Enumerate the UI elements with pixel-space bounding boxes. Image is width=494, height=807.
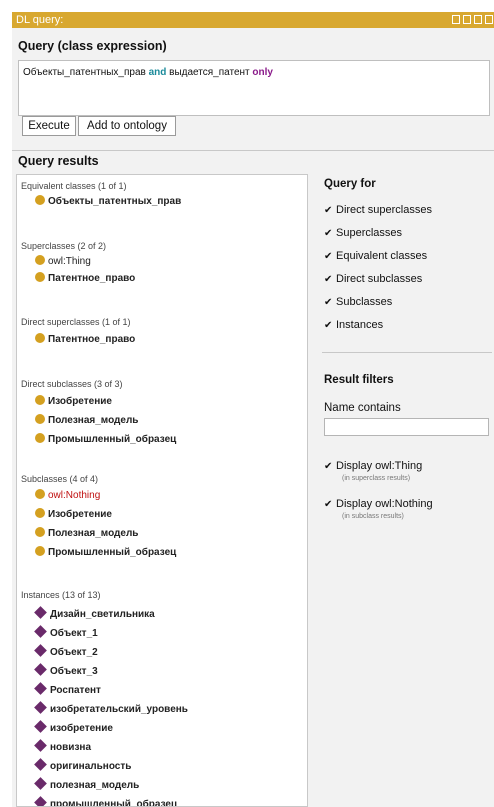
result-item[interactable]: Объект_2 bbox=[34, 644, 98, 660]
query-heading: Query (class expression) bbox=[18, 39, 167, 53]
result-item[interactable]: owl:Thing bbox=[35, 255, 91, 269]
result-item[interactable]: Дизайн_светильника bbox=[34, 606, 155, 622]
checkbox-superclasses[interactable]: ✔ Superclasses bbox=[324, 227, 402, 239]
view-titlebar: DL query: bbox=[12, 12, 494, 28]
result-item[interactable]: Роспатент bbox=[34, 682, 101, 698]
result-item[interactable]: Объект_3 bbox=[34, 663, 98, 679]
checkmark-icon: ✔ bbox=[324, 297, 333, 308]
result-item[interactable]: изобретение bbox=[34, 720, 113, 736]
checkbox-direct-superclasses[interactable]: ✔ Direct superclasses bbox=[324, 204, 432, 216]
query-keyword-and: and bbox=[148, 67, 167, 78]
group-subclasses: Subclasses (4 of 4) bbox=[21, 474, 99, 484]
checkmark-icon: ✔ bbox=[324, 461, 333, 472]
individual-diamond-icon bbox=[34, 758, 47, 771]
result-item[interactable]: Промышленный_образец bbox=[35, 546, 176, 560]
class-circle-icon bbox=[35, 195, 45, 205]
result-item[interactable]: новизна bbox=[34, 739, 91, 755]
query-class-token: Объекты_патентных_прав bbox=[23, 67, 149, 78]
group-superclasses: Superclasses (2 of 2) bbox=[21, 241, 107, 251]
add-to-ontology-button[interactable]: Add to ontology bbox=[78, 116, 176, 136]
class-circle-icon bbox=[35, 508, 45, 518]
individual-diamond-icon bbox=[34, 720, 47, 733]
display-owl-thing-hint: (in superclass results) bbox=[342, 475, 411, 482]
checkbox-instances[interactable]: ✔ Instances bbox=[324, 319, 383, 331]
group-direct-subclasses: Direct subclasses (3 of 3) bbox=[21, 379, 123, 389]
result-item[interactable]: полезная_модель bbox=[34, 777, 139, 793]
individual-diamond-icon bbox=[34, 682, 47, 695]
view-title: DL query: bbox=[16, 14, 64, 26]
checkbox-subclasses[interactable]: ✔ Subclasses bbox=[324, 296, 392, 308]
name-contains-label: Name contains bbox=[324, 402, 401, 414]
checkbox-direct-subclasses[interactable]: ✔ Direct subclasses bbox=[324, 273, 422, 285]
result-item[interactable]: Объекты_патентных_прав bbox=[35, 195, 181, 209]
group-equivalent-classes: Equivalent classes (1 of 1) bbox=[21, 181, 127, 191]
result-item[interactable]: промышленный_образец bbox=[34, 796, 177, 806]
name-contains-input[interactable] bbox=[324, 418, 489, 436]
results-list[interactable]: Equivalent classes (1 of 1) Объекты_пате… bbox=[16, 174, 308, 807]
execute-button[interactable]: Execute bbox=[22, 116, 76, 136]
result-item[interactable]: owl:Nothing bbox=[35, 489, 100, 503]
result-item[interactable]: Изобретение bbox=[35, 395, 112, 409]
result-item[interactable]: Объект_1 bbox=[34, 625, 98, 641]
checkbox-display-owl-thing[interactable]: ✔ Display owl:Thing bbox=[324, 460, 422, 472]
close-view-icon[interactable] bbox=[485, 15, 493, 24]
result-item[interactable]: изобретательский_уровень bbox=[34, 701, 188, 717]
sidebar-divider bbox=[322, 352, 492, 353]
individual-diamond-icon bbox=[34, 777, 47, 790]
section-divider bbox=[12, 150, 494, 151]
checkbox-equivalent-classes[interactable]: ✔ Equivalent classes bbox=[324, 250, 427, 262]
result-item[interactable]: Патентное_право bbox=[35, 333, 135, 347]
group-instances: Instances (13 of 13) bbox=[21, 590, 101, 600]
group-direct-superclasses: Direct superclasses (1 of 1) bbox=[21, 317, 131, 327]
query-for-heading: Query for bbox=[324, 178, 376, 190]
individual-diamond-icon bbox=[34, 625, 47, 638]
result-item[interactable]: оригинальность bbox=[34, 758, 131, 774]
query-property-token: выдается_патент bbox=[166, 67, 253, 78]
checkmark-icon: ✔ bbox=[324, 499, 333, 510]
checkmark-icon: ✔ bbox=[324, 320, 333, 331]
result-item[interactable]: Изобретение bbox=[35, 508, 112, 522]
class-circle-icon bbox=[35, 395, 45, 405]
individual-diamond-icon bbox=[34, 739, 47, 752]
results-heading: Query results bbox=[18, 154, 99, 168]
split-view-icon[interactable] bbox=[463, 15, 471, 24]
class-circle-icon bbox=[35, 489, 45, 499]
result-item[interactable]: Промышленный_образец bbox=[35, 433, 176, 447]
checkmark-icon: ✔ bbox=[324, 274, 333, 285]
query-editor[interactable]: Объекты_патентных_прав and выдается_пате… bbox=[18, 60, 490, 116]
display-owl-nothing-hint: (in subclass results) bbox=[342, 513, 404, 520]
individual-diamond-icon bbox=[34, 796, 47, 806]
class-circle-icon bbox=[35, 414, 45, 424]
query-keyword-only: only bbox=[252, 67, 273, 78]
individual-diamond-icon bbox=[34, 663, 47, 676]
class-circle-icon bbox=[35, 527, 45, 537]
result-filters-heading: Result filters bbox=[324, 374, 394, 386]
result-item[interactable]: Полезная_модель bbox=[35, 527, 138, 541]
checkmark-icon: ✔ bbox=[324, 228, 333, 239]
result-item[interactable]: Полезная_модель bbox=[35, 414, 138, 428]
maximize-view-icon[interactable] bbox=[474, 15, 482, 24]
result-item[interactable]: Патентное_право bbox=[35, 272, 135, 286]
dl-query-panel: Query (class expression) Объекты_патентн… bbox=[12, 28, 494, 807]
float-view-icon[interactable] bbox=[452, 15, 460, 24]
class-circle-icon bbox=[35, 433, 45, 443]
individual-diamond-icon bbox=[34, 701, 47, 714]
checkmark-icon: ✔ bbox=[324, 251, 333, 262]
checkmark-icon: ✔ bbox=[324, 205, 333, 216]
class-circle-icon bbox=[35, 272, 45, 282]
individual-diamond-icon bbox=[34, 606, 47, 619]
individual-diamond-icon bbox=[34, 644, 47, 657]
checkbox-display-owl-nothing[interactable]: ✔ Display owl:Nothing bbox=[324, 498, 433, 510]
class-circle-icon bbox=[35, 546, 45, 556]
class-circle-icon bbox=[35, 255, 45, 265]
class-circle-icon bbox=[35, 333, 45, 343]
